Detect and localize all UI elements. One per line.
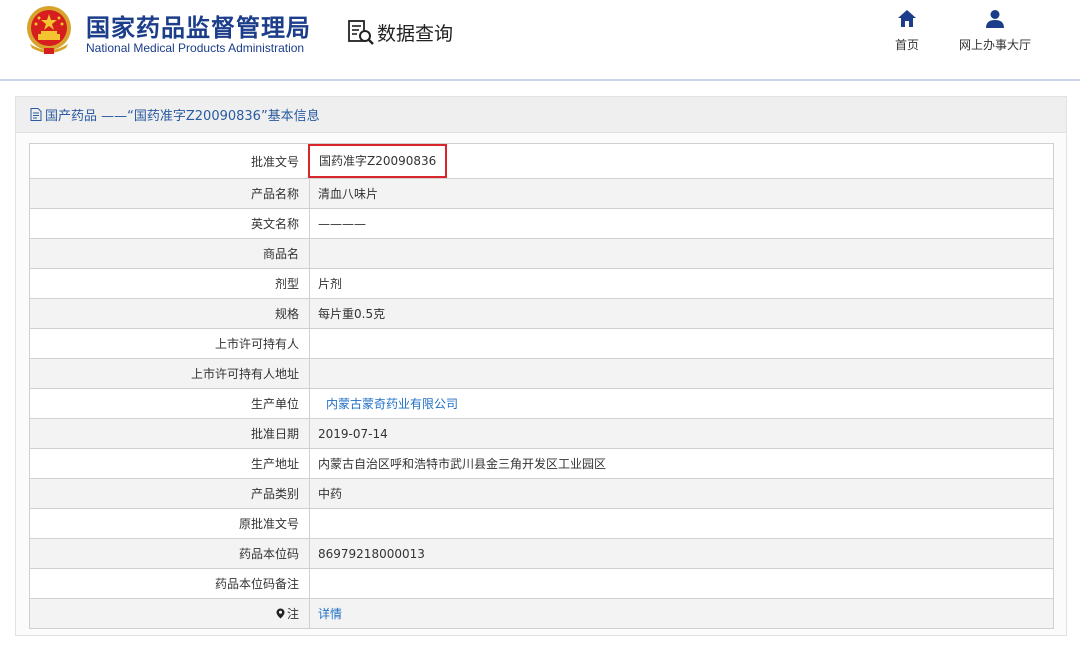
mah-value [309,328,1054,359]
product-category-value: 中药 [309,478,1054,509]
details-link[interactable]: 详情 [318,607,342,621]
row-label: 药品本位码备注 [29,568,310,599]
national-emblem-icon[interactable] [24,4,74,56]
drug-info-panel: 国产药品 ——“国药准字Z20090836”基本信息 批准文号 国药准字Z200… [15,96,1067,636]
nav-home[interactable]: 首页 [862,8,952,53]
approval-number-value: 国药准字Z20090836 [319,154,437,168]
manufacturer-link[interactable]: 内蒙古蒙奇药业有限公司 [318,397,458,411]
table-row: 药品本位码 86979218000013 [29,538,1054,569]
approval-number-highlight: 国药准字Z20090836 [308,144,448,178]
row-label: 生产单位 [29,388,310,419]
row-label: 上市许可持有人 [29,328,310,359]
drug-code-note-value [309,568,1054,599]
note-label-cell: 注 [29,598,310,629]
approval-date-value: 2019-07-14 [309,418,1054,449]
row-label: 剂型 [29,268,310,299]
row-label: 产品类别 [29,478,310,509]
table-row: 生产地址 内蒙古自治区呼和浩特市武川县金三角开发区工业园区 [29,448,1054,479]
nav-online-hall[interactable]: 网上办事大厅 [950,8,1040,53]
site-header: 国家药品监督管理局 National Medical Products Admi… [0,0,1080,81]
table-row: 生产单位 内蒙古蒙奇药业有限公司 [29,388,1054,419]
trade-name-value [309,238,1054,269]
table-row: 产品名称 清血八味片 [29,178,1054,209]
row-value-cell: 国药准字Z20090836 [308,143,1054,179]
row-label: 原批准文号 [29,508,310,539]
data-query-title: 数据查询 [346,17,453,47]
brand-title-en[interactable]: National Medical Products Administration [86,41,304,55]
note-label: 注 [276,605,299,622]
document-icon [30,108,42,121]
row-label: 批准日期 [29,418,310,449]
table-row: 产品类别 中药 [29,478,1054,509]
table-row: 上市许可持有人 [29,328,1054,359]
table-row: 药品本位码备注 [29,568,1054,599]
table-row: 商品名 [29,238,1054,269]
row-label: 规格 [29,298,310,329]
table-row: 剂型 片剂 [29,268,1054,299]
drug-info-table: 批准文号 国药准字Z20090836 产品名称 清血八味片 英文名称 ———— … [29,143,1054,629]
row-label: 商品名 [29,238,310,269]
table-row: 规格 每片重0.5克 [29,298,1054,329]
nav-online-hall-label[interactable]: 网上办事大厅 [959,36,1031,53]
specification-value: 每片重0.5克 [309,298,1054,329]
row-label: 产品名称 [29,178,310,209]
row-value-cell: 详情 [309,598,1054,629]
panel-title-text: 国产药品 ——“国药准字Z20090836”基本信息 [45,109,320,124]
original-approval-number-value [309,508,1054,539]
table-row: 注 详情 [29,598,1054,629]
user-icon [986,10,1004,28]
table-row: 英文名称 ———— [29,208,1054,239]
english-name-value: ———— [309,208,1054,239]
table-row: 原批准文号 [29,508,1054,539]
brand-title-cn[interactable]: 国家药品监督管理局 [86,8,311,43]
mah-address-value [309,358,1054,389]
data-query-icon [348,20,374,45]
nav-home-label[interactable]: 首页 [895,36,919,53]
home-icon [898,10,916,27]
drug-code-value: 86979218000013 [309,538,1054,569]
production-address-value: 内蒙古自治区呼和浩特市武川县金三角开发区工业园区 [309,448,1054,479]
panel-title: 国产药品 ——“国药准字Z20090836”基本信息 [16,97,1066,133]
table-row: 批准文号 国药准字Z20090836 [29,143,1054,179]
row-label: 上市许可持有人地址 [29,358,310,389]
pin-icon [276,608,285,619]
table-row: 上市许可持有人地址 [29,358,1054,389]
row-label: 英文名称 [29,208,310,239]
table-row: 批准日期 2019-07-14 [29,418,1054,449]
row-value-cell: 内蒙古蒙奇药业有限公司 [309,388,1054,419]
row-label: 批准文号 [29,143,310,179]
data-query-label: 数据查询 [377,22,454,45]
row-label: 生产地址 [29,448,310,479]
note-label-text: 注 [286,607,299,621]
header-divider [0,79,1080,81]
row-label: 药品本位码 [29,538,310,569]
product-name-value: 清血八味片 [309,178,1054,209]
dosage-form-value: 片剂 [309,268,1054,299]
